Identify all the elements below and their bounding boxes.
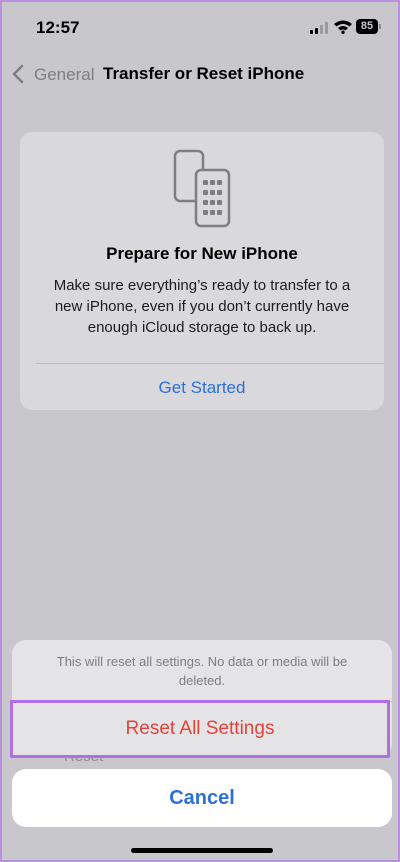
battery-icon: 85 [356, 19, 378, 34]
battery-cap [379, 24, 381, 29]
get-started-link[interactable]: Get Started [20, 378, 384, 398]
reset-all-settings-button[interactable]: Reset All Settings [10, 700, 390, 758]
status-time: 12:57 [36, 18, 80, 37]
prepare-for-new-iphone-card: Prepare for New iPhone Make sure everyth… [20, 132, 384, 410]
navigation-bar: General Transfer or Reset iPhone [2, 54, 398, 94]
wifi-icon [334, 20, 352, 34]
card-divider [36, 363, 384, 364]
action-sheet-message: This will reset all settings. No data or… [56, 654, 348, 688]
screen: 12:57 85 General Transfer or Reset iPhon… [0, 0, 400, 862]
back-button[interactable]: General [34, 65, 94, 85]
cellular-signal-icon [310, 22, 330, 34]
two-phones-icon [173, 149, 231, 228]
home-indicator [131, 848, 273, 853]
chevron-left-icon[interactable] [12, 64, 24, 84]
status-bar: 12:57 85 [2, 2, 398, 54]
page-title: Transfer or Reset iPhone [103, 64, 305, 83]
cancel-button[interactable]: Cancel [12, 769, 392, 827]
card-title: Prepare for New iPhone [106, 244, 298, 263]
card-description: Make sure everything’s ready to transfer… [53, 277, 351, 336]
